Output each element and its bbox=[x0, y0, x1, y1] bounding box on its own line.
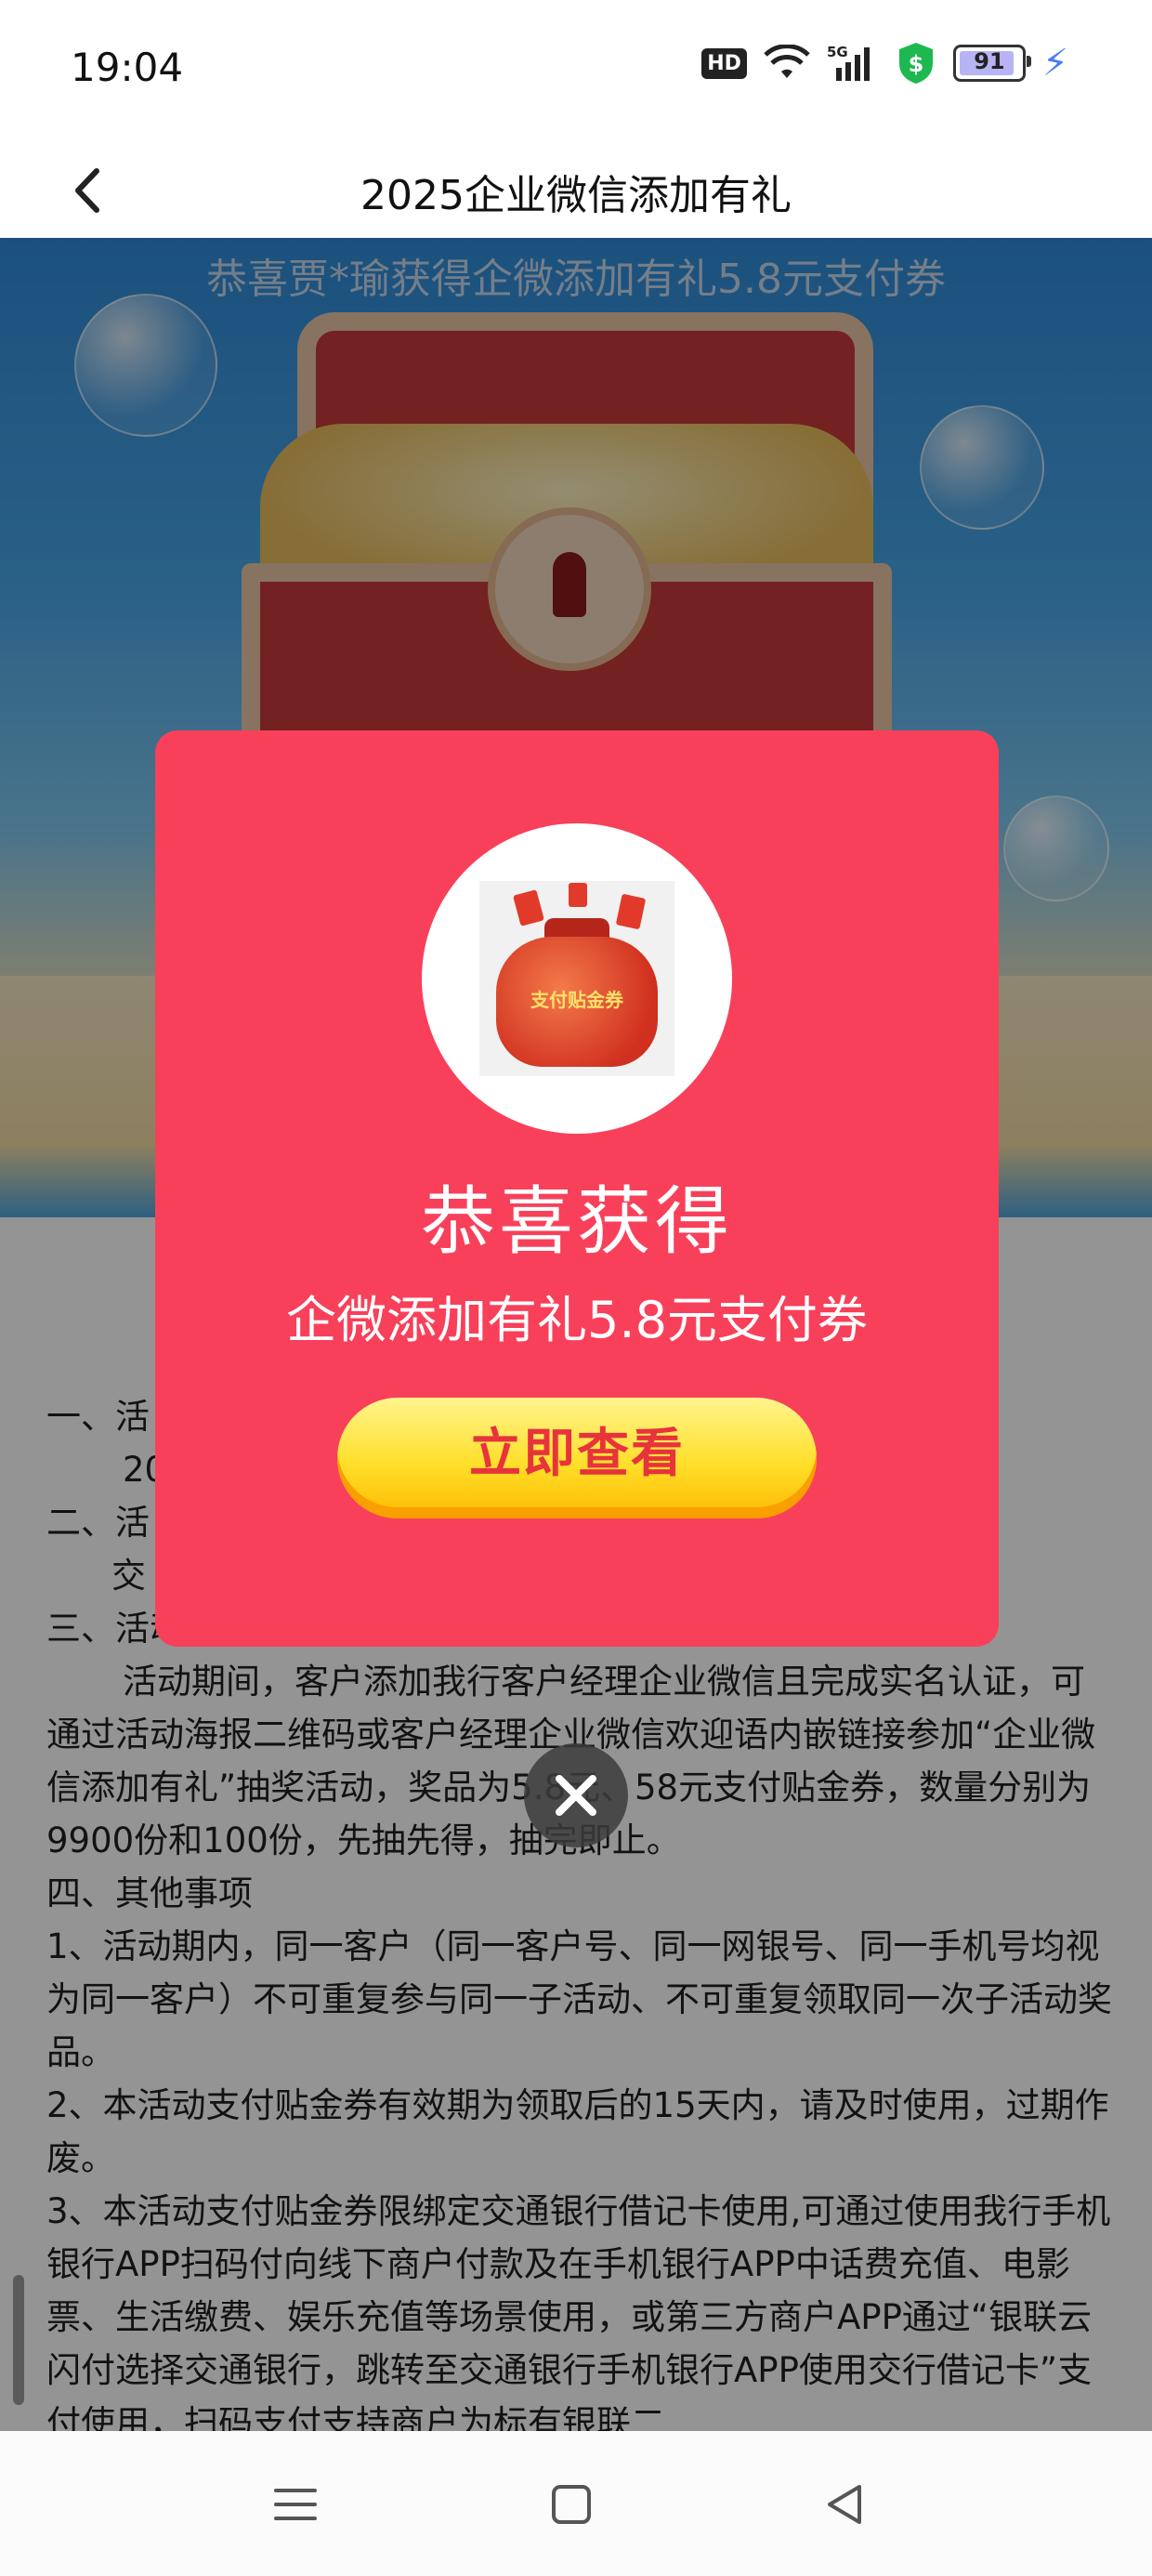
home-icon bbox=[552, 2485, 591, 2524]
red-envelope-icon bbox=[513, 889, 544, 927]
charging-bolt-icon: ⚡ bbox=[1041, 42, 1068, 85]
prize-image-label: 支付贴金券 bbox=[530, 989, 623, 1011]
menu-button[interactable] bbox=[263, 2472, 328, 2537]
close-modal-button[interactable] bbox=[524, 1743, 628, 1847]
svg-text:$: $ bbox=[909, 51, 924, 77]
system-nav-bar bbox=[0, 2431, 1152, 2576]
status-icons: HD 5G $ 91 ⚡ bbox=[701, 41, 1068, 85]
modal-title: 恭喜获得 bbox=[421, 1178, 733, 1265]
status-bar: 19:04 HD 5G $ 91 ⚡ bbox=[0, 0, 1152, 139]
view-now-button[interactable]: 立即查看 bbox=[337, 1398, 817, 1518]
page-title: 2025企业微信添加有礼 bbox=[360, 172, 792, 219]
prize-bag-image: 支付贴金券 bbox=[479, 881, 674, 1076]
system-back-button[interactable] bbox=[813, 2472, 878, 2537]
home-button[interactable] bbox=[539, 2472, 604, 2537]
money-bag-icon: 支付贴金券 bbox=[496, 937, 658, 1067]
modal-subtitle: 企微添加有礼5.8元支付券 bbox=[286, 1291, 868, 1349]
nav-bar: 2025企业微信添加有礼 bbox=[0, 139, 1152, 238]
prize-image-frame: 支付贴金券 bbox=[422, 823, 732, 1134]
red-envelope-icon bbox=[615, 893, 647, 930]
battery-icon: 91 bbox=[952, 45, 1031, 82]
red-envelope-icon bbox=[569, 883, 587, 907]
battery-level: 91 bbox=[974, 48, 1005, 74]
svg-text:5G: 5G bbox=[827, 44, 848, 60]
wifi-icon bbox=[764, 45, 810, 82]
hd-icon: HD bbox=[701, 47, 747, 79]
security-shield-icon: $ bbox=[896, 41, 936, 85]
close-icon bbox=[556, 1775, 596, 1816]
triangle-back-icon bbox=[828, 2485, 861, 2524]
cellular-signal-icon: 5G bbox=[827, 44, 879, 83]
menu-icon bbox=[274, 2489, 317, 2520]
status-time: 19:04 bbox=[71, 45, 184, 90]
prize-modal: 支付贴金券 恭喜获得 企微添加有礼5.8元支付券 立即查看 bbox=[155, 730, 999, 1647]
